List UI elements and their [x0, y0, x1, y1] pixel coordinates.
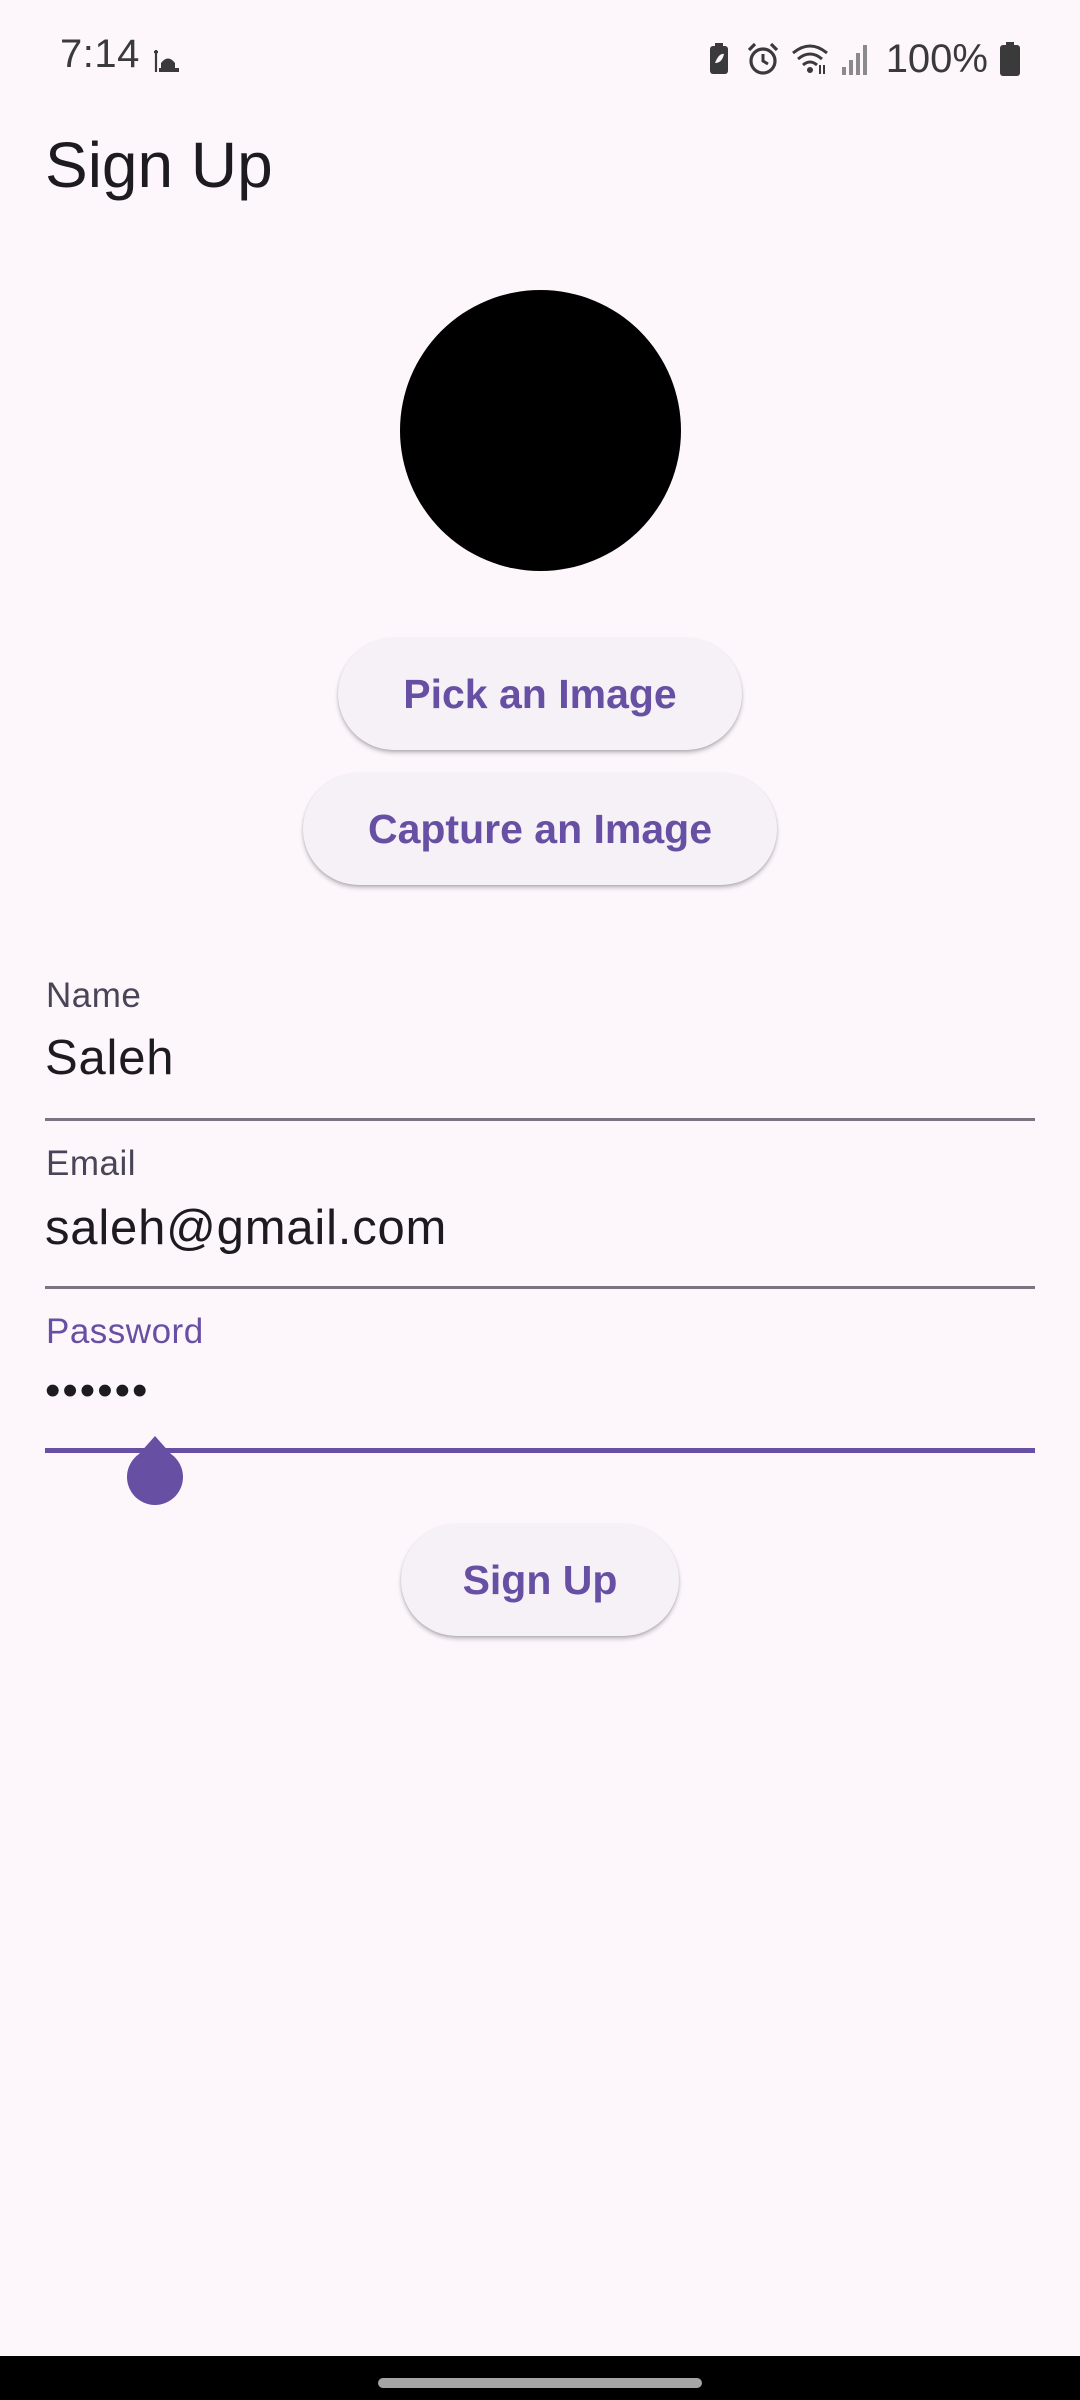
pick-image-button[interactable]: Pick an Image	[338, 638, 742, 750]
name-field[interactable]: Name	[45, 970, 1035, 1121]
email-field-label: Email	[46, 1144, 137, 1183]
password-field-label: Password	[46, 1312, 204, 1351]
email-input[interactable]	[45, 1200, 1035, 1256]
email-field-underline	[45, 1286, 1035, 1289]
password-field-underline	[45, 1448, 1035, 1453]
name-input[interactable]	[45, 1030, 1035, 1086]
battery-percent: 100%	[885, 36, 988, 81]
avatar	[400, 290, 681, 571]
status-icons: 100%	[702, 34, 1022, 84]
status-time: 7:14	[60, 32, 140, 76]
email-field[interactable]: Email	[45, 1138, 1035, 1289]
password-input[interactable]: ••••••	[45, 1366, 1035, 1416]
home-gesture-handle[interactable]	[378, 2378, 702, 2388]
password-field[interactable]: Password ••••••	[45, 1306, 1035, 1506]
battery-saver-icon	[709, 43, 728, 74]
battery-icon	[1000, 42, 1020, 76]
wifi-icon	[791, 44, 828, 74]
page-title: Sign Up	[45, 129, 273, 201]
signal-icon	[841, 45, 867, 75]
name-field-label: Name	[46, 976, 142, 1015]
sign-up-button[interactable]: Sign Up	[401, 1524, 679, 1636]
text-cursor-handle-icon[interactable]	[123, 1432, 187, 1512]
capture-image-button[interactable]: Capture an Image	[303, 773, 777, 885]
status-bar: 7:14 100%	[0, 0, 1080, 120]
mosque-icon	[154, 50, 179, 72]
alarm-icon	[747, 42, 778, 75]
name-field-underline	[45, 1118, 1035, 1121]
navigation-bar	[0, 2356, 1080, 2400]
